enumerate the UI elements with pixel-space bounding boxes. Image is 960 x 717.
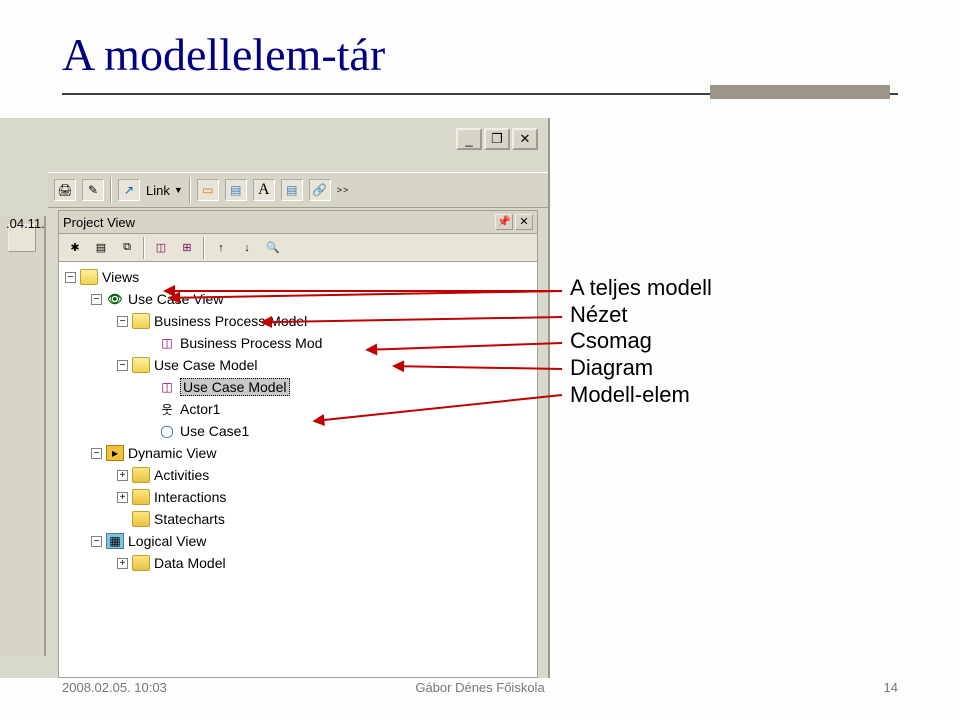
view-icon: 👁	[106, 291, 124, 307]
node-label: Actor1	[180, 401, 220, 417]
folder-icon	[132, 511, 150, 527]
restore-button[interactable]: ❐	[484, 128, 510, 150]
expand-icon[interactable]: +	[117, 492, 128, 503]
close-button[interactable]: ✕	[512, 128, 538, 150]
minimize-button[interactable]: _	[456, 128, 482, 150]
slide-title: A modellelem-tár	[0, 0, 960, 81]
separator	[143, 237, 145, 259]
panel-close-icon[interactable]: ✕	[515, 214, 533, 230]
tree-view[interactable]: − Views − 👁 Use Case View − Business Pro…	[58, 262, 538, 678]
text-icon[interactable]: ▤	[225, 179, 247, 201]
text-a-icon[interactable]: A	[253, 179, 275, 201]
diagram-icon[interactable]: ◫	[151, 238, 171, 258]
folder-open-icon	[132, 313, 150, 329]
usecase-icon: ◯	[158, 423, 176, 439]
folder-icon	[132, 467, 150, 483]
node-label: Interactions	[154, 489, 226, 505]
collapse-icon[interactable]: −	[65, 272, 76, 283]
doc-icon[interactable]: ▤	[281, 179, 303, 201]
link-icon[interactable]: 🔗	[309, 179, 331, 201]
tree-node-actor1[interactable]: 웃 Actor1	[59, 398, 537, 420]
annotation-modell-elem: Modell-elem	[570, 382, 690, 408]
collapse-icon[interactable]: −	[117, 360, 128, 371]
tree-node-data-model[interactable]: + Data Model	[59, 552, 537, 574]
separator	[189, 177, 191, 203]
logical-view-icon: ▦	[106, 533, 124, 549]
overflow-icon[interactable]: >>	[337, 185, 350, 195]
node-label: Statecharts	[154, 511, 225, 527]
actor-icon: 웃	[158, 401, 176, 417]
link-tool-label[interactable]: Link	[146, 183, 170, 198]
tree-node-statecharts[interactable]: Statecharts	[59, 508, 537, 530]
folder-open-icon	[132, 357, 150, 373]
panel-title: Project View	[63, 215, 135, 230]
decorative-bar	[710, 85, 890, 99]
nav-up-icon[interactable]: ↑	[211, 238, 231, 258]
node-label: Use Case Model	[154, 357, 258, 373]
tree-node-views[interactable]: − Views	[59, 266, 537, 288]
tree-node-interactions[interactable]: + Interactions	[59, 486, 537, 508]
search-icon[interactable]: 🔍	[263, 238, 283, 258]
annotation-diagram: Diagram	[570, 355, 653, 381]
separator	[203, 237, 205, 259]
dynamic-view-icon: ▸	[106, 445, 124, 461]
main-toolbar: 🖨 ✎ ↗ Link ▼ ▭ ▤ A ▤ 🔗 >>	[48, 172, 548, 208]
vertical-toolbar	[0, 216, 46, 656]
print-icon[interactable]: 🖨	[54, 179, 76, 201]
tree-node-activities[interactable]: + Activities	[59, 464, 537, 486]
project-view-panel: Project View 📌 ✕ ✱ ▤ ⧉ ◫ ⊞ ↑ ↓ 🔍 − Views	[58, 210, 538, 678]
diagram-icon: ◫	[158, 379, 176, 395]
node-label: Activities	[154, 467, 209, 483]
collapse-icon[interactable]: −	[91, 536, 102, 547]
slide-footer: 2008.02.05. 10:03 Gábor Dénes Főiskola 1…	[62, 680, 898, 695]
folder-icon	[132, 489, 150, 505]
footer-page-number: 14	[884, 680, 898, 695]
diagram-icon: ◫	[158, 335, 176, 351]
node-label: Data Model	[154, 555, 226, 571]
tree-node-logical-view[interactable]: − ▦ Logical View	[59, 530, 537, 552]
tree-node-usecase1[interactable]: ◯ Use Case1	[59, 420, 537, 442]
date-fragment: .04.11.	[6, 216, 45, 231]
folder-icon	[132, 555, 150, 571]
note-icon[interactable]: ▭	[197, 179, 219, 201]
tree-node-dynamic-view[interactable]: − ▸ Dynamic View	[59, 442, 537, 464]
node-label: Logical View	[128, 533, 206, 549]
annotation-csomag: Csomag	[570, 328, 652, 354]
panel-titlebar: Project View 📌 ✕	[58, 210, 538, 234]
arrow-icon[interactable]: ↗	[118, 179, 140, 201]
panel-toolbar: ✱ ▤ ⧉ ◫ ⊞ ↑ ↓ 🔍	[58, 234, 538, 262]
new-icon[interactable]: ✱	[65, 238, 85, 258]
footer-datetime: 2008.02.05. 10:03	[62, 680, 167, 695]
collapse-icon[interactable]: −	[91, 448, 102, 459]
collapse-icon[interactable]: −	[117, 316, 128, 327]
collapse-icon[interactable]: −	[91, 294, 102, 305]
tree-node-bp-diagram[interactable]: ◫ Business Process Mod	[59, 332, 537, 354]
pin-icon[interactable]: 📌	[495, 214, 513, 230]
node-label: Views	[102, 269, 139, 285]
annotation-nezet: Nézet	[570, 302, 627, 328]
expand-icon[interactable]: +	[117, 558, 128, 569]
separator	[110, 177, 112, 203]
tool-icon[interactable]: ✎	[82, 179, 104, 201]
nav-down-icon[interactable]: ↓	[237, 238, 257, 258]
doc-icon[interactable]: ▤	[91, 238, 111, 258]
expand-icon[interactable]: +	[117, 470, 128, 481]
embedded-screenshot: _ ❐ ✕ 🖨 ✎ ↗ Link ▼ ▭ ▤ A ▤ 🔗 >> .04.11. …	[0, 118, 550, 678]
node-label: Use Case Model	[180, 378, 290, 396]
node-label: Dynamic View	[128, 445, 216, 461]
footer-organization: Gábor Dénes Főiskola	[415, 680, 544, 695]
tree-node-uc-diagram[interactable]: ◫ Use Case Model	[59, 376, 537, 398]
diagram2-icon[interactable]: ⊞	[177, 238, 197, 258]
dropdown-icon[interactable]: ▼	[174, 185, 183, 195]
folder-open-icon	[80, 269, 98, 285]
node-label: Use Case1	[180, 423, 249, 439]
annotation-teljes-modell: A teljes modell	[570, 275, 712, 301]
copy-icon[interactable]: ⧉	[117, 238, 137, 258]
window-controls: _ ❐ ✕	[456, 128, 538, 150]
node-label: Business Process Mod	[180, 335, 322, 351]
tree-node-uc-model[interactable]: − Use Case Model	[59, 354, 537, 376]
